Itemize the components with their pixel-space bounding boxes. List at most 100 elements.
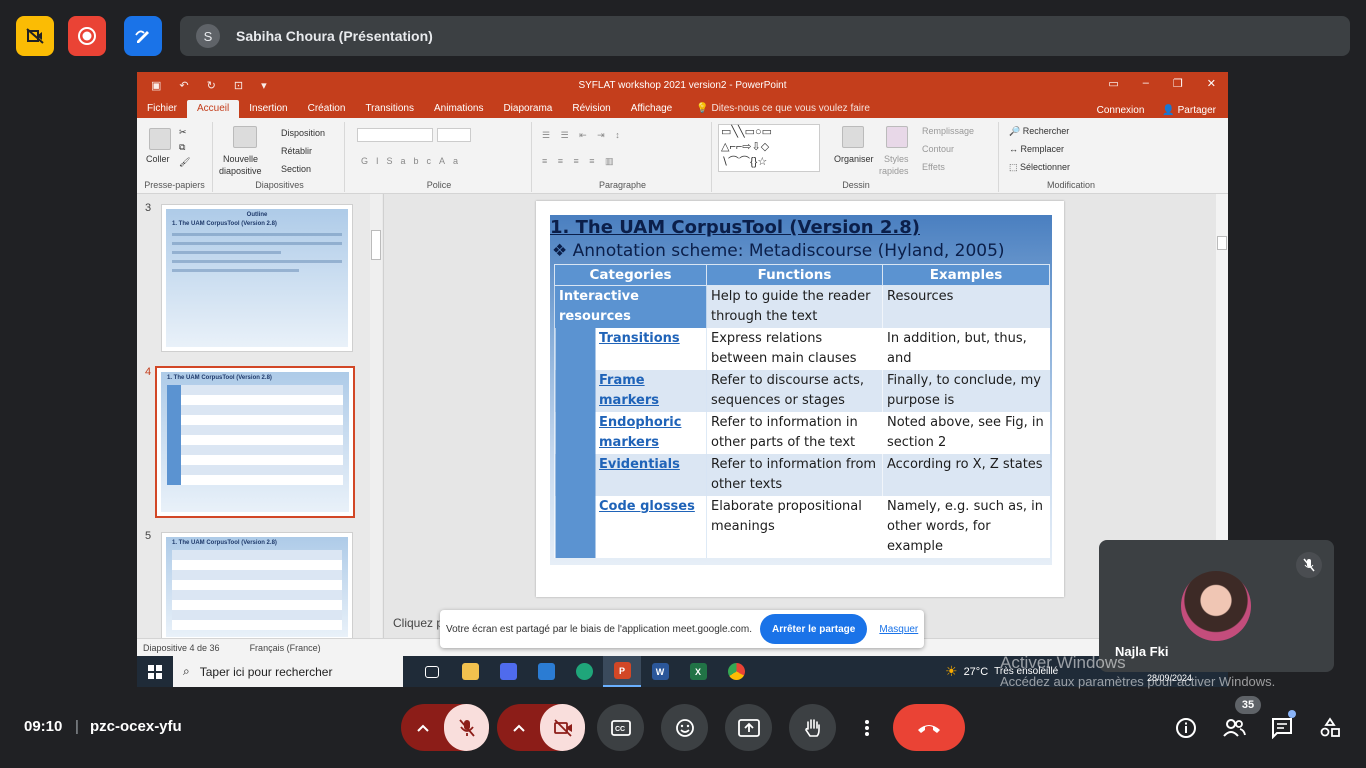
find-button[interactable]: 🔎 Rechercher (1009, 126, 1069, 137)
tab-fichier[interactable]: Fichier (137, 100, 187, 118)
cut-icon[interactable]: ✂ (179, 127, 187, 138)
more-vert-icon (865, 719, 869, 736)
chat-notification-dot (1288, 710, 1296, 718)
tab-diaporama[interactable]: Diaporama (493, 100, 562, 118)
select-button[interactable]: ⬚ Sélectionner (1009, 162, 1070, 173)
section-button[interactable]: Section (281, 164, 311, 174)
maximize-icon[interactable]: ❐ (1173, 77, 1183, 90)
minimize-icon[interactable]: – (1143, 77, 1149, 90)
svg-text:CC: CC (615, 726, 625, 733)
new-slide-label-2[interactable]: diapositive (219, 166, 262, 176)
video-off-indicator-icon[interactable] (16, 16, 54, 56)
layout-button[interactable]: Disposition (281, 128, 325, 138)
table-cell-function: Express relations between main clauses (706, 328, 883, 370)
new-slide-icon[interactable] (233, 126, 257, 148)
camera-options-chevron-icon[interactable] (497, 723, 540, 733)
arrange-label[interactable]: Organiser (834, 154, 874, 164)
font-format-icons[interactable]: GISabcAa (361, 156, 466, 166)
tab-accueil[interactable]: Accueil (187, 100, 240, 118)
language-indicator[interactable]: Français (France) (250, 643, 321, 653)
ppt-window-title: SYFLAT workshop 2021 version2 - PowerPoi… (578, 79, 787, 91)
presenter-pill: S Sabiha Choura (Présentation) (180, 16, 1350, 56)
raise-hand-button[interactable] (789, 704, 836, 751)
new-slide-label-1[interactable]: Nouvelle (223, 154, 258, 164)
table-cell-category: Code glosses (554, 496, 707, 558)
chrome-taskbar-icon[interactable] (717, 656, 755, 687)
store-icon[interactable] (489, 656, 527, 687)
powerpoint-taskbar-icon[interactable]: P (603, 656, 641, 687)
quick-styles-icon[interactable] (886, 126, 908, 148)
table-cell-function: Refer to information from other texts (706, 454, 883, 496)
slide-thumbnail[interactable]: 1. The UAM CorpusTool (Version 2.8) (161, 532, 353, 642)
chat-button[interactable] (1268, 710, 1296, 742)
taskbar-search[interactable]: ⌕ Taper ici pour rechercher (173, 656, 403, 687)
meeting-info-button[interactable] (1172, 714, 1200, 742)
recording-icon[interactable] (68, 16, 106, 56)
clipboard-group-label: Presse-papiers (144, 180, 205, 190)
mic-off-icon (1296, 552, 1322, 578)
file-explorer-icon[interactable] (451, 656, 489, 687)
task-view-icon[interactable] (413, 656, 451, 687)
more-options-button[interactable] (852, 704, 882, 751)
shape-outline-button[interactable]: Contour (922, 144, 954, 154)
activities-button[interactable] (1316, 714, 1344, 742)
tab-creation[interactable]: Création (298, 100, 356, 118)
format-painter-icon[interactable]: 🖌 (179, 157, 190, 168)
share-button[interactable]: 👤 Partager (1162, 105, 1216, 116)
quick-styles-label-1[interactable]: Styles (884, 154, 909, 164)
stop-sharing-button[interactable]: Arrêter le partage (759, 614, 868, 644)
people-button[interactable] (1220, 714, 1248, 742)
tab-affichage[interactable]: Affichage (621, 100, 683, 118)
edge-icon[interactable] (565, 656, 603, 687)
leave-call-button[interactable] (893, 704, 965, 751)
group-drawing: ▭╲╲▭○▭ △⌐⌐⇨⇩◇ ∖⌒⌒{}☆ Organiser Styles rapi… (714, 122, 999, 192)
shapes-gallery[interactable]: ▭╲╲▭○▭ △⌐⌐⇨⇩◇ ∖⌒⌒{}☆ (718, 124, 820, 172)
shape-effects-button[interactable]: Effets (922, 162, 945, 172)
font-name-field[interactable] (357, 128, 433, 142)
ribbon-display-icon[interactable]: ▭ (1108, 77, 1118, 90)
table-cell-example: According ro X, Z states (882, 454, 1050, 496)
current-slide[interactable]: 1. The UAM CorpusTool (Version 2.8) ❖ An… (536, 201, 1064, 597)
paste-icon[interactable] (149, 128, 171, 150)
slide-thumbnail-selected[interactable]: 1. The UAM CorpusTool (Version 2.8) (155, 366, 355, 518)
arrange-icon[interactable] (842, 126, 864, 148)
word-taskbar-icon[interactable]: W (641, 656, 679, 687)
slide-thumbnail[interactable]: Outline 1. The UAM CorpusTool (Version 2… (161, 204, 353, 352)
align-icons[interactable]: ≡ ≡ ≡ ≡ ▥ (542, 156, 618, 167)
tab-animations[interactable]: Animations (424, 100, 493, 118)
hide-banner-link[interactable]: Masquer (879, 624, 918, 635)
paste-label[interactable]: Coller (146, 154, 170, 164)
sign-in-link[interactable]: Connexion (1097, 105, 1145, 116)
table-cell-function: Help to guide the reader through the tex… (706, 285, 883, 328)
tab-insertion[interactable]: Insertion (239, 100, 297, 118)
tab-revision[interactable]: Révision (562, 100, 620, 118)
slide-editor: 1. The UAM CorpusTool (Version 2.8) ❖ An… (384, 194, 1219, 638)
notes-placeholder[interactable]: Cliquez p (393, 616, 443, 630)
replace-button[interactable]: ↔ Remplacer (1009, 144, 1064, 154)
whiteboard-icon[interactable] (124, 16, 162, 56)
windows-start-icon[interactable] (137, 656, 173, 687)
quick-styles-label-2[interactable]: rapides (879, 166, 909, 176)
excel-taskbar-icon[interactable]: X (679, 656, 717, 687)
hang-up-icon (918, 724, 940, 733)
shape-fill-button[interactable]: Remplissage (922, 126, 974, 136)
present-screen-button[interactable] (725, 704, 772, 751)
thumb-title: Outline (246, 212, 268, 218)
captions-button[interactable]: CC (597, 704, 644, 751)
table-cell-category: Evidentials (554, 454, 707, 496)
list-icons[interactable]: ☰ ☰ ⇤ ⇥ ↕ (542, 130, 624, 141)
reset-button[interactable]: Rétablir (281, 146, 312, 156)
mail-icon[interactable] (527, 656, 565, 687)
copy-icon[interactable]: ⧉ (179, 142, 185, 153)
close-icon[interactable]: ✕ (1207, 77, 1216, 90)
thumb-title: 1. The UAM CorpusTool (Version 2.8) (167, 375, 272, 381)
tell-me-box[interactable]: 💡 Dites-nous ce que vous voulez faire (682, 100, 870, 118)
mic-options-chevron-icon[interactable] (401, 723, 444, 733)
reactions-button[interactable] (661, 704, 708, 751)
mic-toggle-button[interactable] (444, 704, 489, 751)
tab-transitions[interactable]: Transitions (355, 100, 424, 118)
camera-toggle-button[interactable] (540, 704, 585, 751)
table-cell-example: Namely, e.g. such as, in other words, fo… (882, 496, 1050, 558)
thumbnails-scrollbar[interactable] (370, 194, 382, 638)
font-size-field[interactable] (437, 128, 471, 142)
